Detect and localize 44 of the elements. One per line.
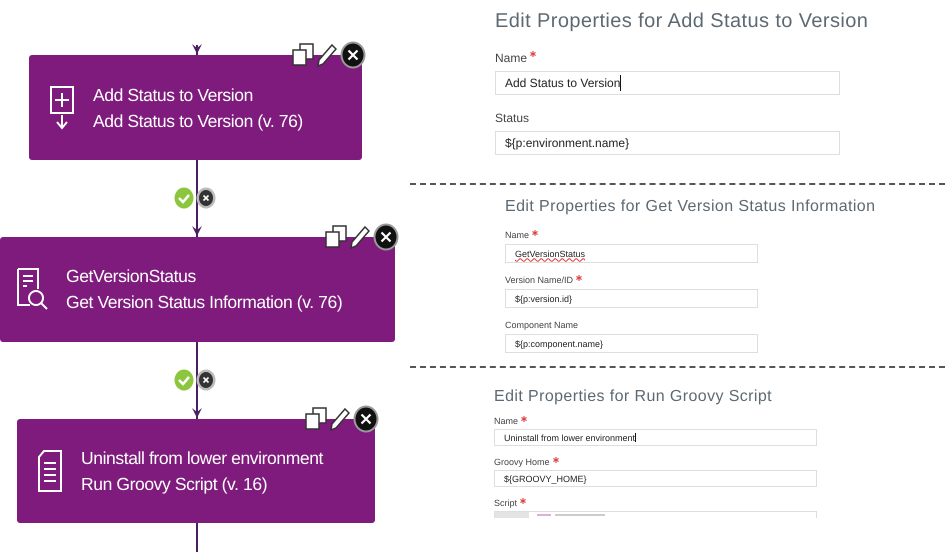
field-label: Groovy Home (494, 457, 550, 467)
copy-icon[interactable] (305, 406, 327, 431)
step-name: GetVersionStatus (66, 265, 197, 288)
panel-title: Edit Properties for Run Groovy Script (494, 388, 772, 406)
close-icon[interactable] (340, 41, 366, 70)
edit-pencil-icon[interactable] (350, 224, 370, 249)
failure-close-icon[interactable] (196, 186, 216, 209)
input-field[interactable]: ${GROOVY_HOME} (494, 470, 817, 487)
field-label: Name (495, 51, 528, 65)
failure-close-icon[interactable] (196, 368, 216, 391)
step-plugin: Get Version Status Information (v. 76) (66, 291, 342, 314)
input-field[interactable]: ${p:environment.name} (495, 131, 840, 155)
workflow-step[interactable]: Add Status to Version Add Status to Version (v. 76) (29, 55, 362, 160)
add-step-icon (49, 84, 75, 131)
edit-pencil-icon[interactable] (330, 406, 350, 431)
step-plugin: Add Status to Version (v. 76) (93, 110, 303, 133)
input-field[interactable]: Add Status to Version (495, 71, 840, 95)
edit-pencil-icon[interactable] (317, 43, 337, 68)
field-label: Status (495, 111, 530, 125)
field-label: Script (494, 498, 518, 508)
close-icon[interactable] (353, 404, 379, 433)
code-editor[interactable] (494, 511, 817, 518)
success-check-icon[interactable] (174, 186, 194, 209)
field-label: Name (505, 230, 530, 240)
field-label: Version Name/ID (505, 275, 574, 285)
copy-icon[interactable] (325, 224, 347, 249)
step-name: Add Status to Version (93, 84, 254, 107)
input-field[interactable]: ${p:version.id} (505, 289, 758, 308)
document-search-icon (16, 267, 48, 312)
document-icon (37, 448, 63, 493)
step-plugin: Run Groovy Script (v. 16) (81, 472, 268, 496)
input-field[interactable]: ${p:component.name} (505, 334, 758, 353)
workflow-step[interactable]: GetVersionStatus Get Version Status Information (v. 76) (0, 236, 395, 342)
step-name: Uninstall from lower environment (81, 446, 324, 470)
copy-icon[interactable] (292, 43, 314, 68)
panel-title: Edit Properties for Get Version Status Information (505, 198, 876, 216)
input-field[interactable]: GetVersionStatus (505, 244, 758, 263)
field-label: Name (494, 416, 518, 426)
field-label: Component Name (505, 320, 578, 330)
workflow-step[interactable]: Uninstall from lower environment Run Groovy Script (v. 16) (17, 418, 375, 523)
input-field[interactable]: Uninstall from lower environment (494, 429, 817, 446)
panel-title: Edit Properties for Add Status to Version (495, 10, 868, 33)
success-check-icon[interactable] (174, 368, 194, 391)
close-icon[interactable] (373, 222, 399, 251)
